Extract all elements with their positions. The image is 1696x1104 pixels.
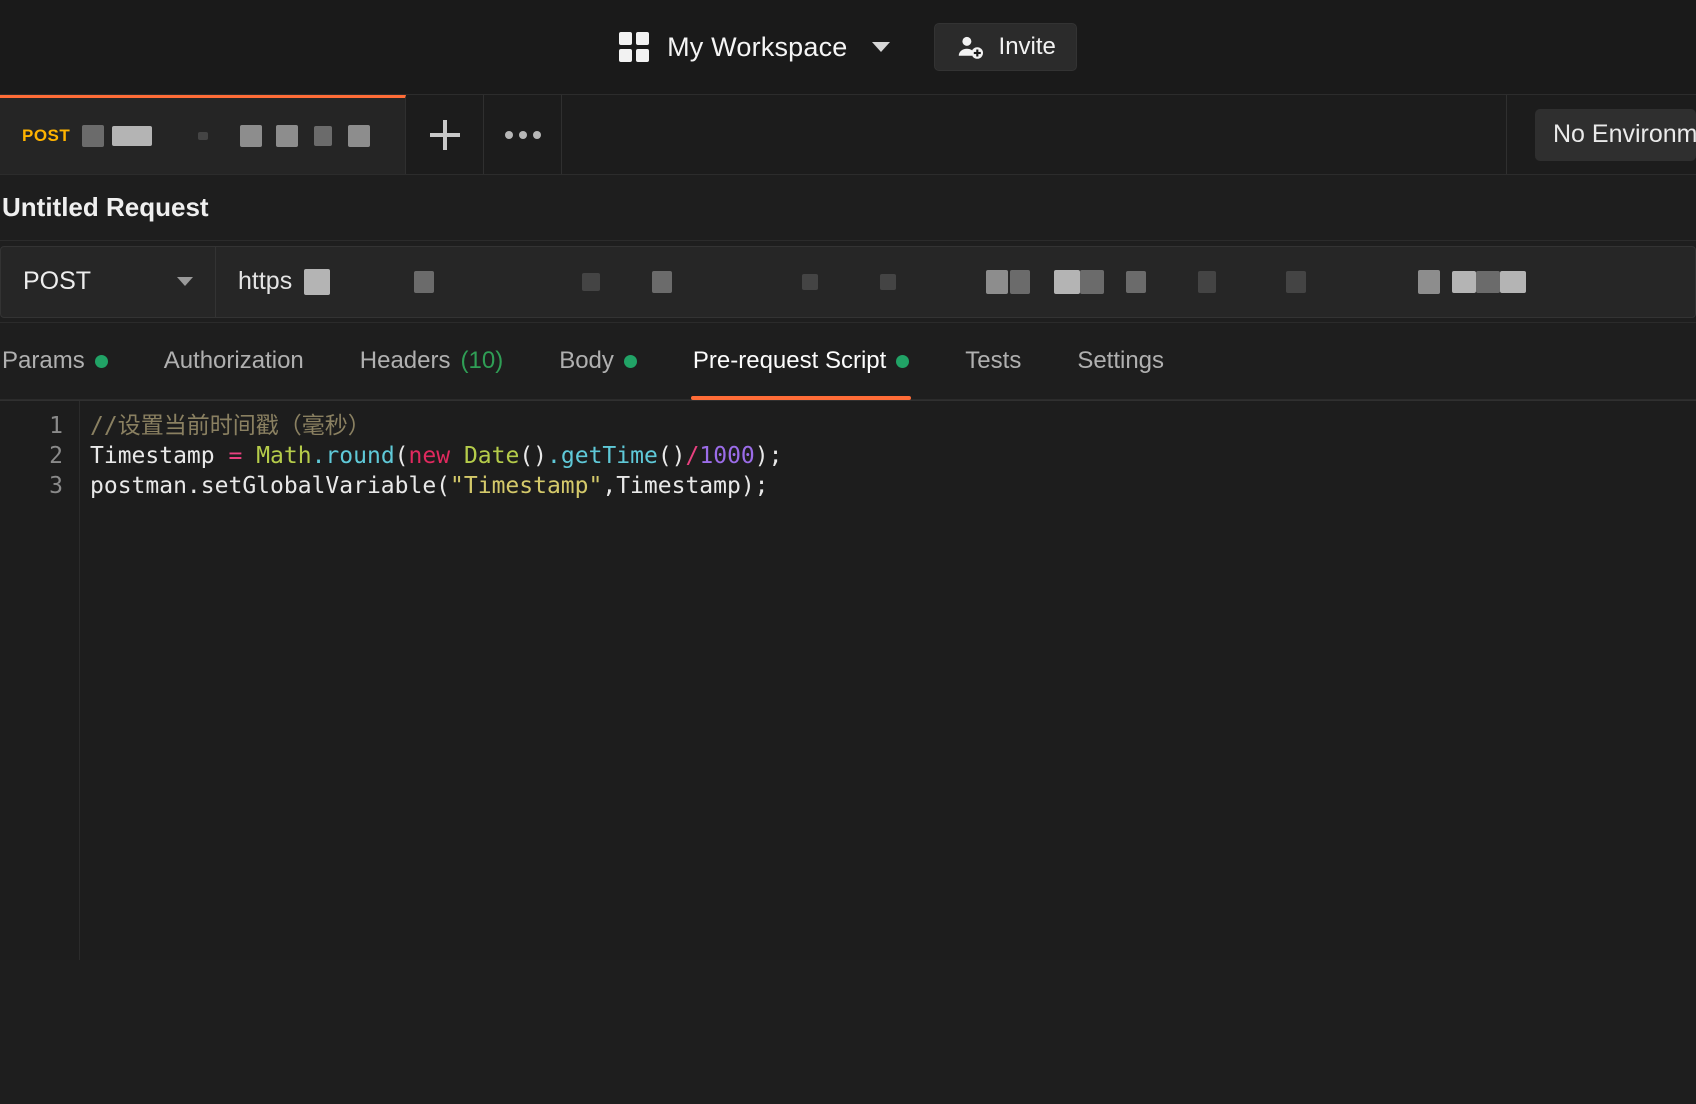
code-token-round: .round — [311, 443, 395, 469]
tab-settings[interactable]: Settings — [1049, 323, 1192, 399]
code-line-1: //设置当前时间戳（毫秒） — [90, 411, 1696, 441]
code-token-call: postman.setGlobalVariable( — [90, 473, 451, 499]
app-header: My Workspace Invite — [0, 0, 1696, 95]
code-token-gettime: .getTime — [547, 443, 658, 469]
tab-method-label: POST — [22, 126, 71, 145]
tab-body-label: Body — [559, 347, 614, 374]
user-add-icon — [958, 36, 983, 59]
request-title-bar: Untitled Request — [0, 175, 1696, 240]
tab-params[interactable]: Params — [0, 323, 136, 399]
headers-count-badge: (10) — [460, 347, 504, 374]
code-line-2: Timestamp = Math.round(new Date().getTim… — [90, 441, 1696, 471]
url-protocol-text: https — [238, 267, 293, 295]
code-token-parens: () — [657, 443, 686, 469]
chevron-down-icon[interactable] — [871, 42, 890, 52]
code-token-tail: ,Timestamp); — [602, 473, 769, 499]
line-number: 2 — [49, 443, 63, 469]
tab-params-label: Params — [2, 347, 85, 374]
tab-body[interactable]: Body — [531, 323, 665, 399]
invite-label: Invite — [998, 33, 1056, 60]
code-token-number: 1000 — [699, 443, 755, 469]
code-token-parens: () — [519, 443, 548, 469]
line-number: 3 — [49, 473, 63, 499]
workspace-name: My Workspace — [667, 31, 848, 62]
url-box: POST https — [0, 245, 1696, 318]
grid-icon — [619, 32, 650, 62]
url-row: POST https — [0, 240, 1696, 322]
tab-title-redacted — [82, 125, 371, 147]
status-dot — [94, 354, 108, 368]
code-comment: //设置当前时间戳（毫秒） — [90, 413, 371, 439]
chevron-down-icon — [177, 277, 193, 286]
tab-authorization[interactable]: Authorization — [136, 323, 332, 399]
tab-pre-request-script[interactable]: Pre-request Script — [665, 323, 937, 400]
code-token-tail: ); — [754, 443, 783, 469]
code-token-string: "Timestamp" — [450, 473, 603, 499]
pre-request-script-editor[interactable]: 1 2 3 //设置当前时间戳（毫秒） Timestamp = Math.rou… — [0, 400, 1696, 960]
tab-tests[interactable]: Tests — [937, 323, 1049, 399]
plus-icon — [429, 119, 460, 150]
request-section-tabs: Params Authorization Headers (10) Body P… — [0, 322, 1696, 400]
request-tab-active[interactable]: POST — [0, 95, 406, 174]
url-input[interactable]: https — [216, 247, 1695, 317]
tab-tests-label: Tests — [965, 347, 1022, 374]
code-token-variable: Timestamp — [90, 443, 229, 469]
url-redacted-text — [292, 268, 1527, 295]
page-title: Untitled Request — [2, 192, 209, 222]
code-line-3: postman.setGlobalVariable("Timestamp",Ti… — [90, 471, 1696, 501]
tab-pre-request-script-label: Pre-request Script — [692, 347, 887, 374]
code-token-operator: = — [228, 443, 257, 469]
code-token-date: Date — [463, 443, 520, 469]
new-tab-button[interactable] — [406, 95, 484, 174]
line-number-gutter: 1 2 3 — [0, 401, 80, 960]
line-number: 1 — [49, 413, 63, 439]
environment-selector[interactable]: No Environment — [1535, 108, 1696, 161]
code-area[interactable]: //设置当前时间戳（毫秒） Timestamp = Math.round(new… — [80, 401, 1696, 960]
http-method-value: POST — [23, 267, 92, 295]
status-dot — [623, 354, 637, 368]
workspace-selector[interactable]: My Workspace — [619, 31, 890, 63]
invite-button[interactable]: Invite — [933, 23, 1077, 71]
code-token-divide: / — [685, 443, 700, 469]
http-method-select[interactable]: POST — [1, 246, 216, 317]
tab-headers[interactable]: Headers (10) — [332, 323, 531, 399]
tab-settings-label: Settings — [1077, 347, 1165, 374]
code-token-math: Math — [256, 443, 312, 469]
environment-selector-slot: No Environment — [1506, 95, 1696, 174]
ellipsis-icon — [504, 130, 541, 139]
code-token-paren: ( — [394, 443, 409, 469]
code-token-new: new — [408, 443, 451, 469]
status-dot — [896, 354, 910, 368]
request-tab-strip: POST No Environment — [0, 95, 1696, 175]
tab-options-button[interactable] — [484, 95, 562, 174]
tab-authorization-label: Authorization — [163, 347, 304, 374]
tab-headers-label: Headers — [359, 347, 451, 374]
